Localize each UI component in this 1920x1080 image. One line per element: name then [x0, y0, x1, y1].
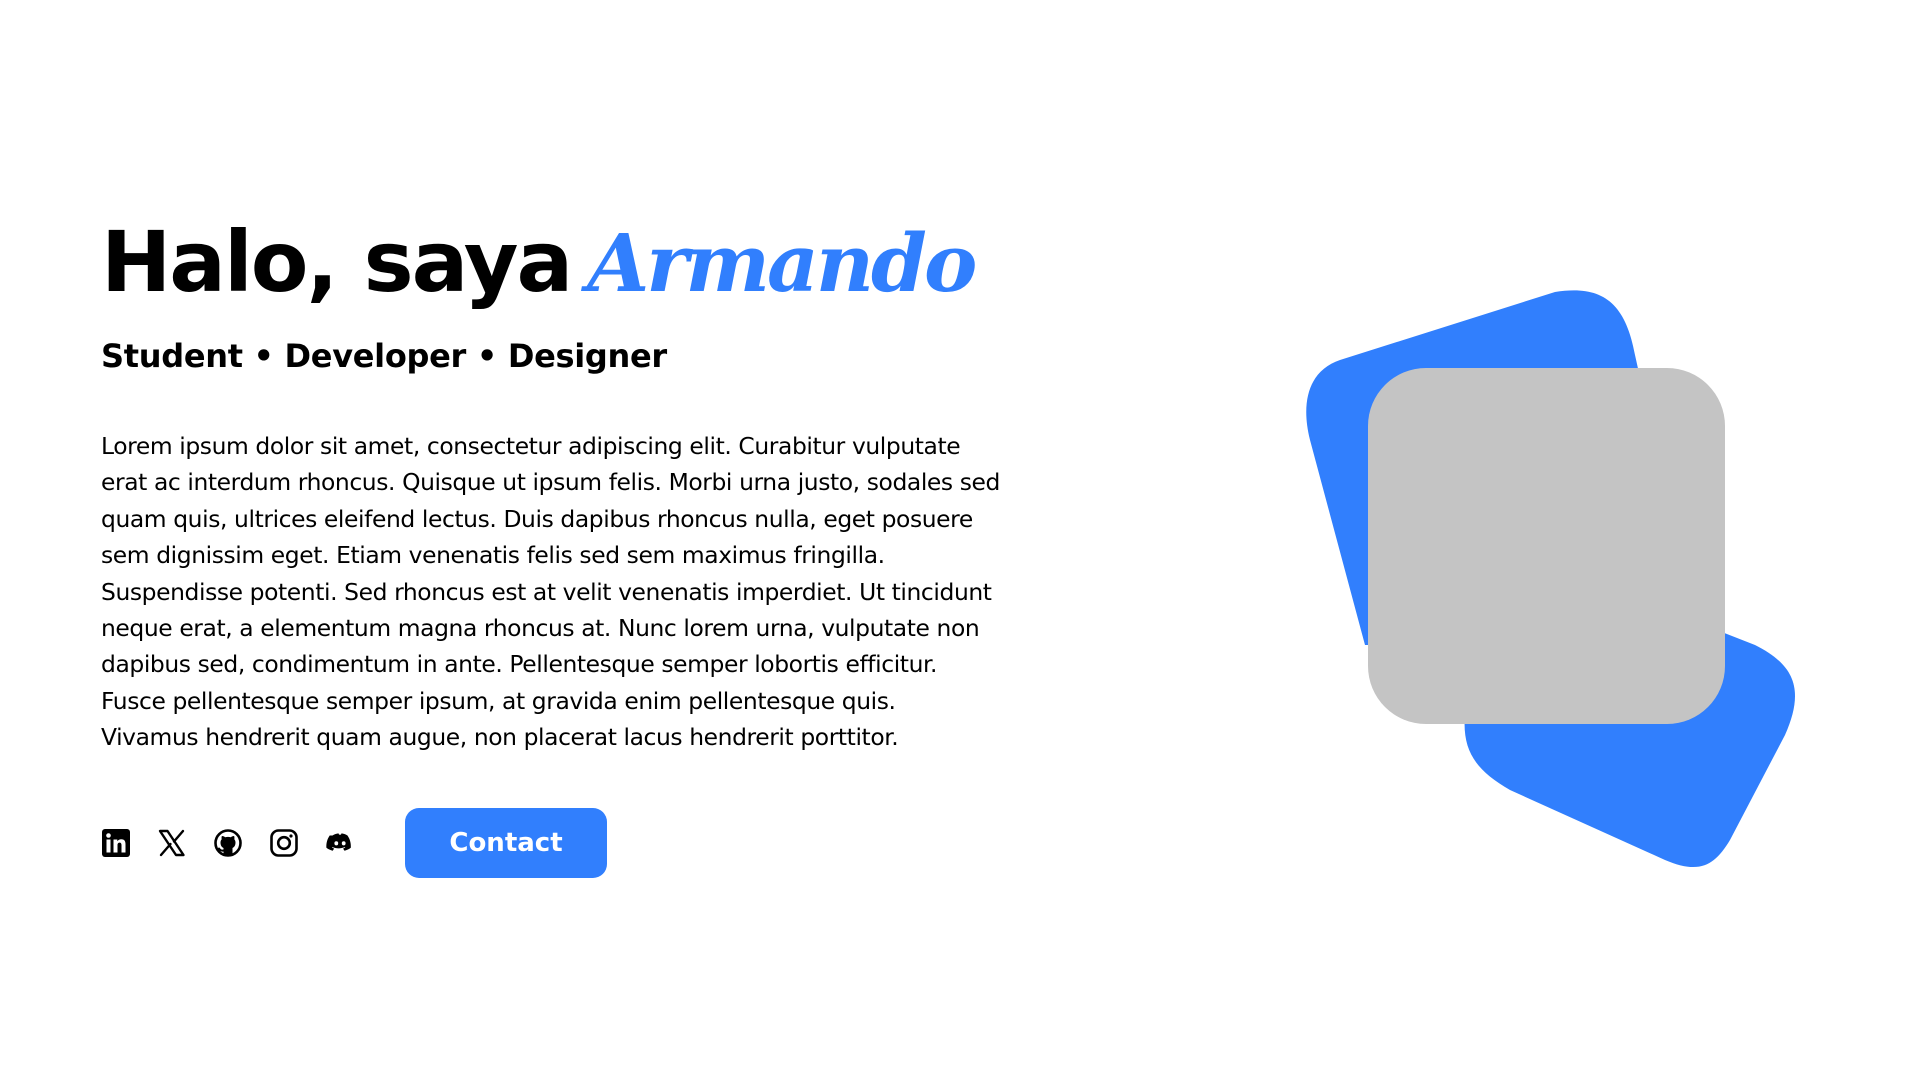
name-text: Armando — [587, 216, 977, 310]
contact-button[interactable]: Contact — [405, 808, 607, 878]
bio-line: Suspendisse potenti. Sed rhoncus est at … — [101, 577, 992, 606]
bio-line: neque erat, a elementum magna rhoncus at… — [101, 614, 980, 643]
x-link[interactable] — [157, 828, 187, 858]
hero-title: Halo, saya Armando — [101, 214, 1081, 310]
github-link[interactable] — [213, 828, 243, 858]
bio-line: sem dignissim eget. Etiam venenatis feli… — [101, 541, 885, 570]
greeting-text: Halo, saya — [101, 213, 573, 311]
bio-line: Lorem ipsum dolor sit amet, consectetur … — [101, 432, 961, 460]
actions-row: Contact — [101, 808, 607, 878]
bio-paragraph: Lorem ipsum dolor sit amet, consectetur … — [101, 428, 1081, 756]
hero-section: Halo, saya Armando Student • Developer •… — [101, 214, 1081, 756]
instagram-icon — [270, 829, 298, 857]
bio-line: dapibus sed, condimentum in ante. Pellen… — [101, 650, 938, 679]
discord-link[interactable] — [325, 828, 355, 858]
instagram-link[interactable] — [269, 828, 299, 858]
bio-line: Vivamus hendrerit quam augue, non placer… — [101, 723, 899, 752]
bio-line: quam quis, ultrices eleifend lectus. Dui… — [101, 504, 973, 533]
x-icon — [158, 829, 185, 857]
bio-line: erat ac interdum rhoncus. Quisque ut ips… — [101, 468, 1000, 497]
github-icon — [214, 829, 242, 857]
linkedin-link[interactable] — [101, 828, 131, 858]
linkedin-icon — [102, 829, 130, 857]
hero-illustration — [1290, 270, 1810, 870]
bio-line: Fusce pellentesque semper ipsum, at grav… — [101, 686, 896, 715]
tagline: Student • Developer • Designer — [101, 337, 667, 375]
discord-icon — [326, 833, 351, 851]
image-placeholder — [1368, 368, 1725, 724]
